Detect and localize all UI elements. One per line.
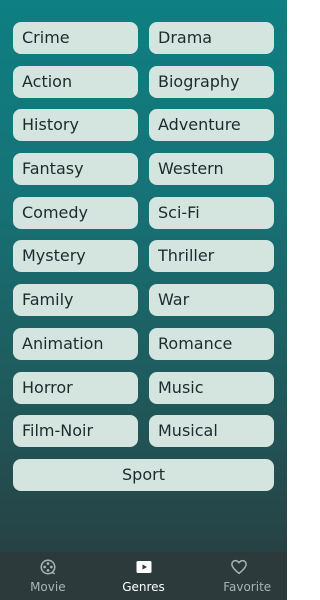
genre-grid: Crime Drama Action Biography History Adv…	[13, 22, 274, 491]
genre-button-crime[interactable]: Crime	[13, 22, 138, 54]
film-reel-icon	[40, 559, 56, 575]
genre-button-horror[interactable]: Horror	[13, 371, 138, 404]
nav-label-favorite: Favorite	[223, 580, 272, 594]
genre-button-thriller[interactable]: Thriller	[149, 240, 274, 273]
genre-button-biography[interactable]: Biography	[149, 65, 274, 98]
nav-item-favorite[interactable]: Favorite	[191, 552, 287, 600]
nav-item-movie[interactable]: Movie	[0, 552, 96, 600]
genre-button-music[interactable]: Music	[149, 371, 274, 404]
bottom-navigation: Movie Genres Favorite	[0, 552, 287, 600]
genre-button-family[interactable]: Family	[13, 284, 138, 317]
play-icon	[136, 561, 151, 573]
genre-button-western[interactable]: Western	[149, 153, 274, 186]
genre-button-action[interactable]: Action	[13, 65, 138, 98]
genre-button-romance[interactable]: Romance	[149, 327, 274, 360]
genre-button-comedy[interactable]: Comedy	[13, 196, 138, 229]
genre-button-animation[interactable]: Animation	[13, 327, 138, 360]
genre-button-musical[interactable]: Musical	[149, 415, 274, 448]
nav-label-genres: Genres	[122, 580, 165, 594]
genre-button-war[interactable]: War	[149, 284, 274, 317]
nav-label-movie: Movie	[30, 580, 66, 594]
genre-button-film-noir[interactable]: Film-Noir	[13, 415, 138, 448]
heart-icon	[231, 559, 248, 575]
genre-button-fantasy[interactable]: Fantasy	[13, 153, 138, 186]
genre-button-adventure[interactable]: Adventure	[149, 109, 274, 142]
genre-button-drama[interactable]: Drama	[149, 22, 274, 54]
genre-button-sport[interactable]: Sport	[13, 458, 274, 491]
genre-button-mystery[interactable]: Mystery	[13, 240, 138, 273]
nav-item-genres[interactable]: Genres	[96, 552, 192, 600]
genre-button-history[interactable]: History	[13, 109, 138, 142]
genre-button-sci-fi[interactable]: Sci-Fi	[149, 196, 274, 229]
genres-screen: Crime Drama Action Biography History Adv…	[0, 0, 287, 600]
